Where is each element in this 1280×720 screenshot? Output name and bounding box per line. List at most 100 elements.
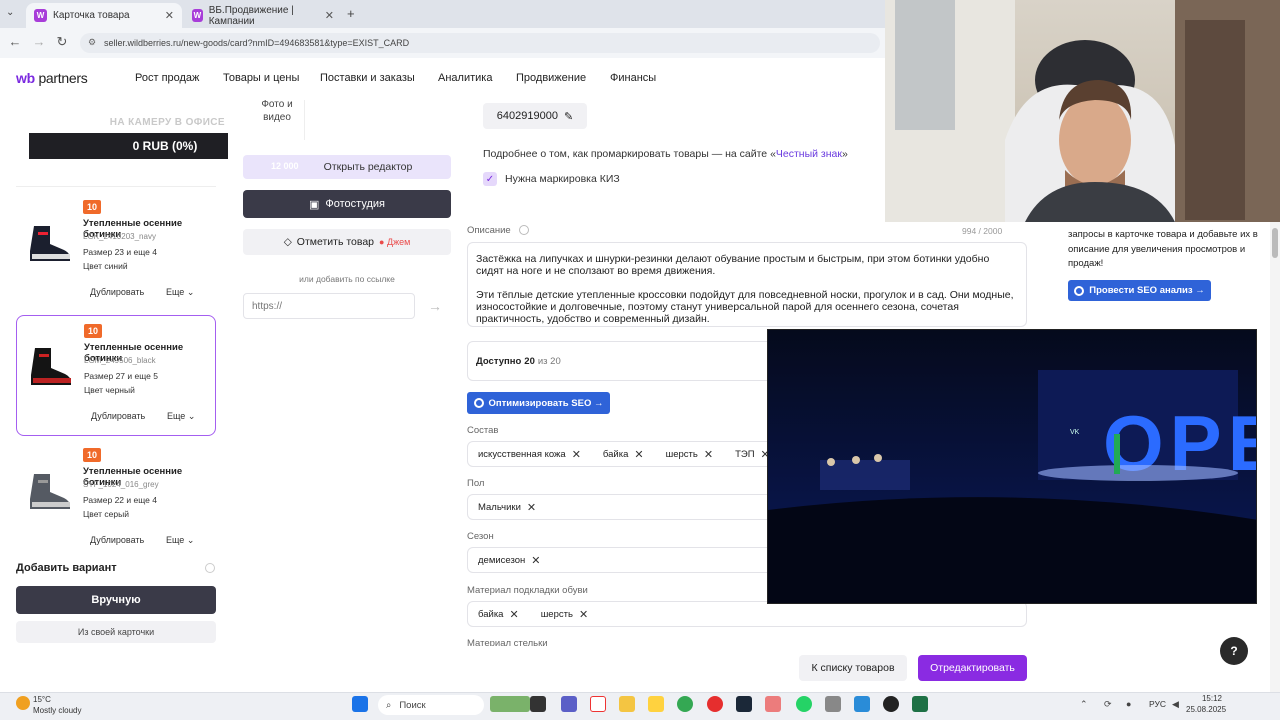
variant-card[interactable]: 10 Утепленные осенние ботинки SYF_1024_0… [16, 440, 216, 561]
lining-label: Материал подкладки обуви [467, 585, 588, 596]
pencil-icon[interactable]: ✎ [564, 110, 573, 123]
teams-icon[interactable] [561, 696, 577, 712]
tab-campaigns[interactable]: W ВБ.Продвижение | Кампании ✕ [184, 3, 342, 28]
mic-icon[interactable]: ● [1126, 699, 1131, 709]
lining-field[interactable]: байка ✕ шерсть ✕ [467, 601, 1027, 627]
weather-icon[interactable] [16, 696, 30, 710]
volume-icon[interactable]: ◀ [1172, 699, 1179, 710]
add-variant-title: Добавить вариант [16, 562, 117, 574]
remove-chip-icon[interactable]: ✕ [531, 554, 540, 567]
variant-card[interactable]: 10 Утепленные осенние ботинки LGK_241020… [16, 192, 216, 313]
available-of: из 20 [537, 355, 561, 367]
seo-analysis-button[interactable]: Провести SEO анализ → [1068, 280, 1211, 301]
scrollbar[interactable] [1270, 222, 1280, 692]
from-card-button[interactable]: Из своей карточки [16, 621, 216, 643]
nav-growth[interactable]: Рост продаж [135, 72, 199, 84]
duplicate-button[interactable]: Дублировать [90, 535, 144, 545]
nav-promotion[interactable]: Продвижение [516, 72, 586, 84]
reload-icon[interactable]: ↻ [53, 34, 71, 50]
nav-analytics[interactable]: Аналитика [438, 72, 492, 84]
honest-mark-note: Подробнее о том, как промаркировать това… [483, 148, 848, 160]
app-icon[interactable] [854, 696, 870, 712]
edit-button[interactable]: Отредактировать [918, 655, 1027, 681]
seo-analysis-label: Провести SEO анализ → [1089, 285, 1205, 296]
description-textarea[interactable]: Застёжка на липучках и шнурки-резинки де… [467, 242, 1027, 327]
app-icon[interactable] [765, 696, 781, 712]
sync-icon[interactable]: ⟳ [1104, 699, 1112, 710]
submit-arrow-icon[interactable]: → [422, 293, 448, 319]
remove-chip-icon[interactable]: ✕ [634, 448, 643, 461]
photo-studio-button[interactable]: ▣ Фотостудия [243, 190, 451, 218]
hs-code-field[interactable]: 6402919000 ✎ [483, 103, 587, 129]
scrollbar-thumb[interactable] [1272, 228, 1278, 258]
honest-mark-link[interactable]: Честный знак [776, 148, 842, 160]
open-editor-label: Открыть редактор [323, 161, 413, 173]
tab-product-card[interactable]: W Карточка товара ✕ [26, 3, 182, 28]
remove-chip-icon[interactable]: ✕ [579, 608, 588, 621]
open-editor-button[interactable]: 12 000 Открыть редактор [243, 155, 451, 179]
season-label: Сезон [467, 531, 494, 542]
chip-label: байка [602, 448, 629, 460]
remove-chip-icon[interactable]: ✕ [527, 501, 536, 514]
tab-list-icon[interactable]: ⌄ [6, 7, 14, 18]
discount-badge: 10 [83, 200, 101, 214]
chrome-icon[interactable] [677, 696, 693, 712]
tray-chevron-icon[interactable]: ⌃ [1080, 699, 1088, 710]
widget-icon[interactable] [490, 696, 530, 712]
help-button[interactable]: ? [1220, 637, 1248, 665]
remove-chip-icon[interactable]: ✕ [509, 608, 518, 621]
stream-video: OPEN VK [767, 329, 1257, 604]
close-icon[interactable]: ✕ [165, 9, 174, 22]
close-icon[interactable]: ✕ [325, 9, 334, 22]
manual-add-button[interactable]: Вручную [16, 586, 216, 614]
steam-icon[interactable] [736, 696, 752, 712]
optimize-seo-button[interactable]: Оптимизировать SEO → [467, 392, 610, 414]
mark-product-button[interactable]: ◇ Отметить товар ● Джем [243, 229, 451, 255]
nav-finance[interactable]: Финансы [610, 72, 656, 84]
yandex-icon[interactable] [707, 696, 723, 712]
forward-icon[interactable]: → [30, 34, 48, 49]
checkbox-checked-icon[interactable]: ✓ [483, 172, 497, 186]
media-url-input[interactable] [243, 293, 415, 319]
wb-partners-logo[interactable]: wb partners [16, 70, 88, 86]
nav-products[interactable]: Товары и цены [223, 72, 299, 84]
windows-start-icon[interactable] [352, 696, 368, 712]
weather-widget[interactable]: 15°C Mostly cloudy [33, 694, 81, 716]
chip: Мальчики ✕ [474, 501, 540, 514]
remove-chip-icon[interactable]: ✕ [572, 448, 581, 461]
language-indicator[interactable]: РУС [1149, 699, 1166, 709]
tag-icon: ◇ [283, 236, 292, 248]
info-icon[interactable] [205, 563, 215, 573]
chip-label: шерсть [540, 608, 573, 620]
taskbar-clock[interactable]: 15:12 25.08.2025 [1186, 693, 1226, 715]
site-info-icon[interactable]: ⚙ [88, 37, 96, 48]
nav-supplies[interactable]: Поставки и заказы [320, 72, 415, 84]
search-icon: ⌕ [386, 699, 392, 711]
variant-card-selected[interactable]: 10 Утепленные осенние ботинки LGM_249506… [16, 315, 216, 436]
variant-size: Размер 22 и еще 4 [83, 495, 157, 505]
excel-icon[interactable] [912, 696, 928, 712]
duplicate-button[interactable]: Дублировать [90, 287, 144, 297]
taskbar-search[interactable]: ⌕ Поиск [378, 695, 484, 715]
chip-label: байка [478, 608, 504, 620]
app-icon[interactable] [883, 696, 899, 712]
url-text: seller.wildberries.ru/new-goods/card?nmI… [104, 38, 410, 48]
yandex-browser-icon[interactable] [590, 696, 606, 712]
address-bar[interactable]: ⚙ seller.wildberries.ru/new-goods/card?n… [80, 33, 880, 53]
kiz-checkbox-row[interactable]: ✓ Нужна маркировка КИЗ [483, 172, 620, 186]
new-tab-icon[interactable]: + [347, 6, 355, 21]
more-dropdown[interactable]: Еще ⌄ [167, 411, 195, 422]
folder-icon[interactable] [619, 696, 635, 712]
duplicate-button[interactable]: Дублировать [91, 411, 145, 421]
to-list-button[interactable]: К списку товаров [799, 655, 907, 681]
more-dropdown[interactable]: Еще ⌄ [166, 287, 194, 298]
task-view-icon[interactable] [530, 696, 546, 712]
more-dropdown[interactable]: Еще ⌄ [166, 535, 194, 546]
remove-chip-icon[interactable]: ✕ [704, 448, 713, 461]
info-icon[interactable] [519, 225, 530, 236]
app-icon[interactable] [825, 696, 841, 712]
back-icon[interactable]: ← [6, 34, 24, 49]
wb-favicon-icon: W [34, 9, 47, 22]
whatsapp-icon[interactable] [796, 696, 812, 712]
miro-icon[interactable] [648, 696, 664, 712]
